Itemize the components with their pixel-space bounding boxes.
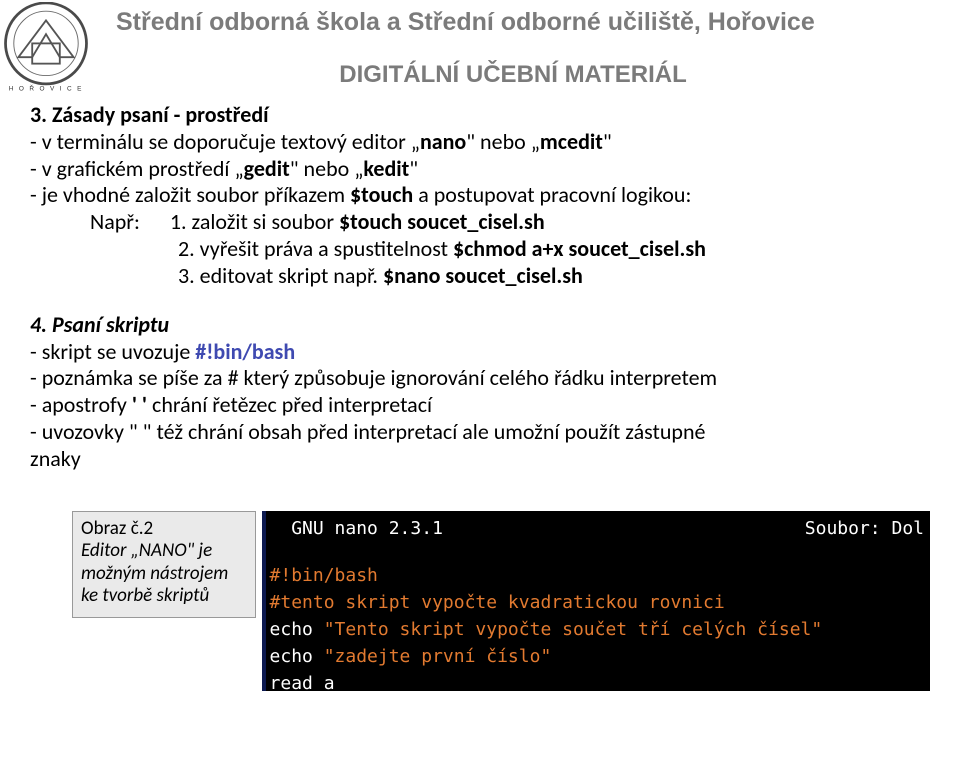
code-echo: echo	[270, 619, 324, 640]
bullet-quotes-cont: znaky	[30, 446, 930, 473]
code-string: "Tento skript vypočte součet tří celých …	[324, 619, 823, 640]
step-2-cmd: $chmod a+x soucet_cisel.sh	[453, 235, 706, 262]
editor-gedit: gedit	[244, 155, 290, 182]
step-2: 2. vyřešit práva a spustitelnost $chmod …	[178, 236, 930, 263]
caption-body: Editor „NANO" je možným nástrojem ke tvo…	[81, 540, 247, 607]
text: " nebo „	[466, 128, 540, 155]
step-1-text: 1. založit si soubor	[170, 208, 339, 235]
figure-row: Obraz č.2 Editor „NANO" je možným nástro…	[30, 511, 930, 691]
figure-caption: Obraz č.2 Editor „NANO" je možným nástro…	[72, 511, 256, 619]
text: - je vhodné založit soubor příkazem	[30, 181, 350, 208]
text: - skript se uvozuje	[30, 338, 195, 365]
code-echo: echo	[270, 646, 324, 667]
text: " nebo „	[290, 155, 364, 182]
code-string: "zadejte první číslo"	[324, 646, 552, 667]
bullet-gui-editor: - v grafickém prostředí „gedit" nebo „ke…	[30, 156, 930, 183]
bullet-comment: - poznámka se píše za # který způsobuje …	[30, 365, 930, 392]
terminal-app-name: GNU nano 2.3.1	[270, 515, 443, 542]
section-4-heading: 4. Psaní skriptu	[30, 312, 930, 339]
step-3-text: 3. editovat skript např.	[178, 262, 383, 289]
terminal-titlebar: GNU nano 2.3.1 Soubor: Dol	[270, 515, 924, 542]
terminal-body: #!bin/bash #tento skript vypočte kvadrat…	[270, 548, 924, 691]
text: - v terminálu se doporučuje textový edit…	[30, 128, 420, 155]
bullet-shebang: - skript se uvozuje #!bin/bash	[30, 339, 930, 366]
step-3-cmd: $nano soucet_cisel.sh	[383, 262, 583, 289]
step-2-text: 2. vyřešit práva a spustitelnost	[178, 235, 453, 262]
school-name: Střední odborná škola a Střední odborné …	[116, 8, 950, 37]
page-header: H O Ř O V I C E Střední odborná škola a …	[0, 0, 960, 94]
example-label: Např:	[90, 208, 140, 235]
text: chrání řetězec před interpretací	[147, 391, 432, 418]
editor-mcedit: mcedit	[540, 128, 603, 155]
text: "	[409, 155, 418, 182]
caption-title: Obraz č.2	[81, 518, 247, 540]
nano-terminal: GNU nano 2.3.1 Soubor: Dol #!bin/bash #t…	[262, 511, 930, 691]
section-3-heading: 3. Zásady psaní - prostředí	[30, 102, 930, 129]
example-block: Např: 1. založit si soubor $touch soucet…	[90, 209, 930, 236]
bullet-touch: - je vhodné založit soubor příkazem $tou…	[30, 182, 930, 209]
apostrophes: ' '	[132, 391, 147, 418]
terminal-left-stripe	[262, 511, 266, 691]
shebang-text: #!bin/bash	[195, 338, 295, 365]
editor-kedit: kedit	[363, 155, 409, 182]
step-3: 3. editovat skript např. $nano soucet_ci…	[178, 263, 930, 290]
text: "	[603, 128, 612, 155]
bullet-apostrophe: - apostrofy ' ' chrání řetězec před inte…	[30, 392, 930, 419]
text: a postupovat pracovní logikou:	[413, 181, 691, 208]
code-comment: #tento skript vypočte kvadratickou rovni…	[270, 592, 725, 613]
bullet-quotes: - uvozovky " " též chrání obsah před int…	[30, 419, 930, 446]
page-subtitle: DIGITÁLNÍ UČEBNÍ MATERIÁL	[76, 61, 950, 89]
code-read: read a	[270, 673, 335, 691]
terminal-filename: Soubor: Dol	[805, 515, 924, 542]
text: - apostrofy	[30, 391, 132, 418]
section-3: 3. Zásady psaní - prostředí - v terminál…	[30, 102, 930, 290]
bullet-terminal-editor: - v terminálu se doporučuje textový edit…	[30, 129, 930, 156]
text: - v grafickém prostředí „	[30, 155, 244, 182]
step-1-cmd: $touch soucet_cisel.sh	[339, 208, 545, 235]
section-4: 4. Psaní skriptu - skript se uvozuje #!b…	[30, 312, 930, 473]
editor-nano: nano	[420, 128, 466, 155]
svg-text:H O Ř O V I C E: H O Ř O V I C E	[9, 83, 83, 92]
cmd-touch: $touch	[350, 181, 413, 208]
code-shebang: #!bin/bash	[270, 565, 378, 586]
